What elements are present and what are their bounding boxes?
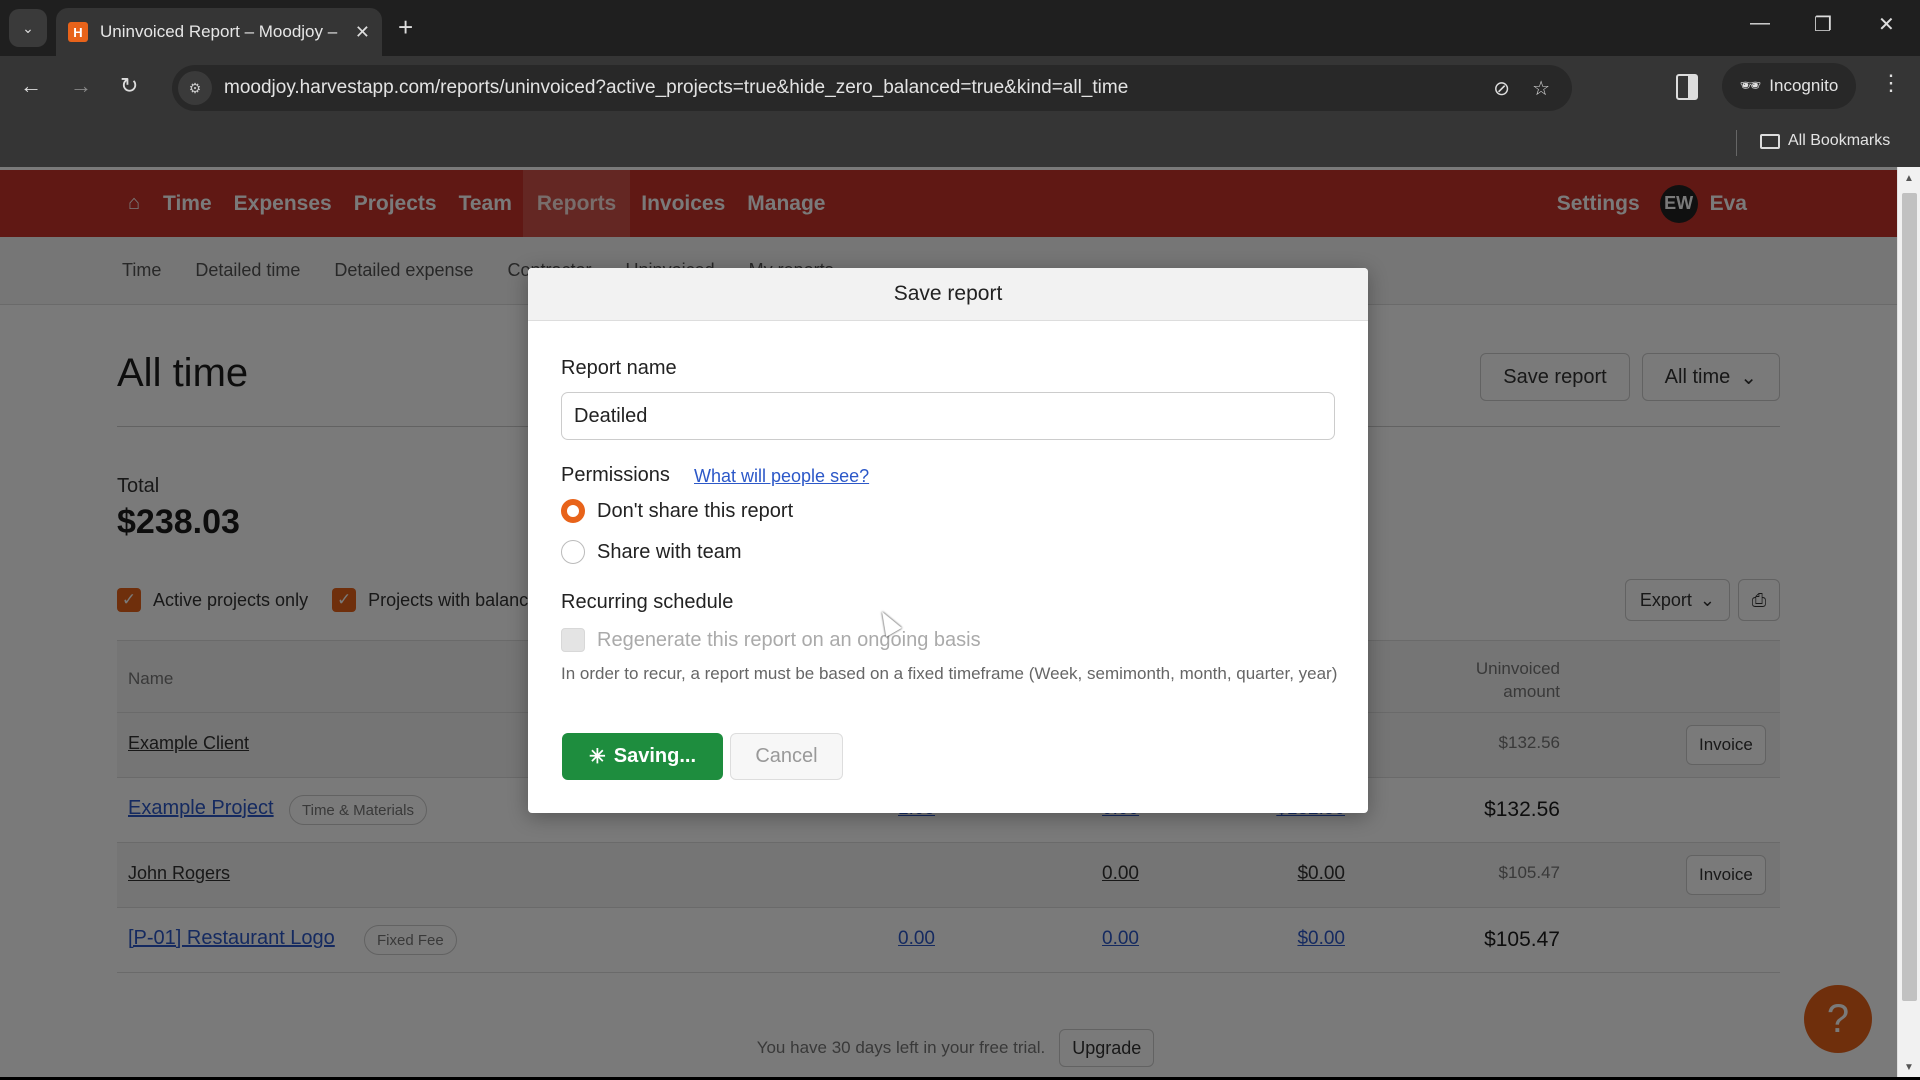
all-bookmarks-label: All Bookmarks (1788, 132, 1891, 149)
browser-tabstrip: ⌄ H Uninvoiced Report – Moodjoy – ✕ + — … (0, 0, 1920, 56)
report-name-input[interactable]: Deatiled (561, 392, 1335, 440)
tracking-protection-eye-off-icon[interactable]: ⊘ (1493, 76, 1510, 101)
incognito-label: Incognito (1769, 76, 1839, 95)
incognito-badge[interactable]: 🕶 Incognito (1722, 63, 1856, 109)
what-will-people-see-link[interactable]: What will people see? (694, 466, 869, 487)
recurring-checkbox[interactable]: Regenerate this report on an ongoing bas… (561, 628, 981, 652)
browser-toolbar: ← → ↻ ⚙ moodjoy.harvestapp.com/reports/u… (0, 56, 1920, 122)
scroll-up-icon[interactable]: ▲ (1904, 173, 1914, 184)
cancel-button[interactable]: Cancel (730, 733, 843, 780)
radio-selected-icon (561, 499, 585, 523)
site-settings-icon[interactable]: ⚙ (178, 71, 212, 105)
address-bar[interactable]: ⚙ moodjoy.harvestapp.com/reports/uninvoi… (172, 65, 1572, 111)
browser-menu-icon[interactable]: ⋮ (1880, 70, 1902, 96)
recurring-help-text: In order to recur, a report must be base… (561, 664, 1338, 683)
permissions-label: Permissions (561, 464, 670, 486)
back-button[interactable]: ← (20, 73, 42, 99)
folder-icon (1760, 133, 1780, 149)
bookmarks-separator (1736, 130, 1737, 156)
save-button[interactable]: ✳ Saving... (562, 733, 723, 780)
radio-unselected-icon (561, 540, 585, 564)
chevron-down-icon: ⌄ (22, 19, 34, 36)
recurring-checkbox-label: Regenerate this report on an ongoing bas… (597, 628, 981, 651)
page-viewport: ⌂ Time Expenses Projects Team Reports In… (0, 167, 1920, 1080)
tab-close-icon[interactable]: ✕ (355, 22, 370, 43)
reload-button[interactable]: ↻ (120, 73, 138, 99)
spinner-icon: ✳ (588, 746, 606, 768)
incognito-icon: 🕶 (1739, 76, 1762, 95)
tab-search-button[interactable]: ⌄ (9, 9, 47, 47)
save-button-label: Saving... (613, 745, 696, 767)
side-panel-icon[interactable] (1676, 74, 1698, 100)
save-report-modal: Save report Report name Deatiled Permiss… (528, 268, 1368, 813)
new-tab-button[interactable]: + (398, 12, 413, 43)
page-scrollbar[interactable]: ▲ ▼ (1897, 167, 1920, 1080)
share-with-team-radio[interactable]: Share with team (561, 540, 742, 564)
recurring-schedule-label: Recurring schedule (561, 591, 734, 613)
dont-share-radio[interactable]: Don't share this report (561, 499, 793, 523)
url-text[interactable]: moodjoy.harvestapp.com/reports/uninvoice… (224, 77, 1493, 99)
share-with-team-label: Share with team (597, 540, 742, 563)
forward-button[interactable]: → (70, 73, 92, 99)
tab-title: Uninvoiced Report – Moodjoy – (100, 22, 338, 41)
harvest-favicon-icon: H (68, 22, 88, 42)
dont-share-label: Don't share this report (597, 499, 794, 522)
window-close-button[interactable]: ✕ (1878, 12, 1895, 37)
window-restore-button[interactable]: ❐ (1814, 12, 1832, 37)
checkbox-disabled-icon (561, 628, 585, 652)
scrollbar-thumb[interactable] (1902, 193, 1917, 1001)
browser-tab-active[interactable]: H Uninvoiced Report – Moodjoy – ✕ (56, 8, 382, 56)
report-name-label: Report name (561, 357, 677, 379)
all-bookmarks-button[interactable]: All Bookmarks (1760, 132, 1890, 150)
window-minimize-button[interactable]: — (1750, 12, 1770, 35)
modal-title: Save report (528, 268, 1368, 321)
bookmark-star-icon[interactable]: ☆ (1532, 76, 1550, 101)
bookmarks-bar: All Bookmarks (0, 122, 1920, 167)
scroll-down-icon[interactable]: ▼ (1904, 1062, 1914, 1073)
